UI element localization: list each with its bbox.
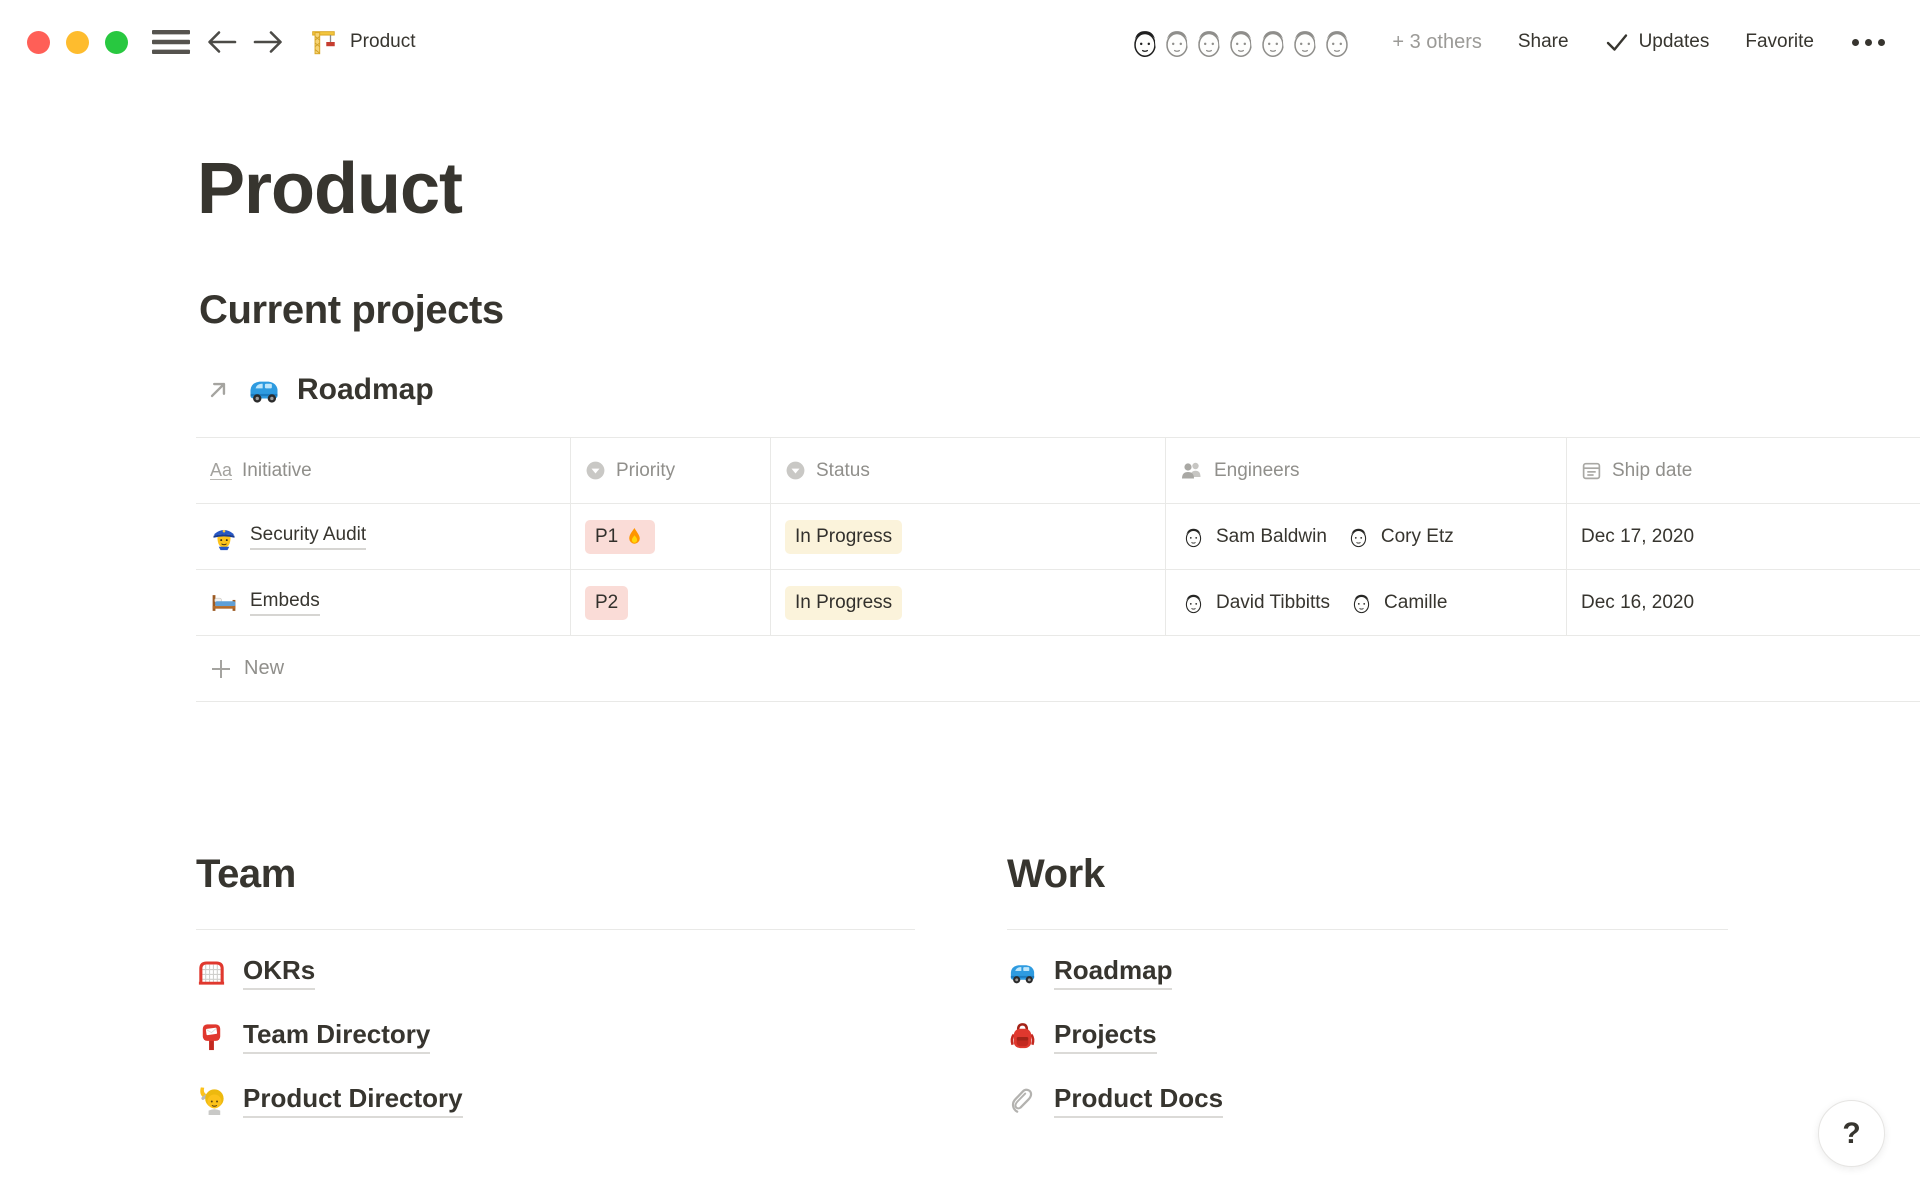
raising-hand-emoji: [196, 1085, 227, 1116]
status-tag[interactable]: In Progress: [785, 586, 902, 620]
roadmap-database-title: Roadmap: [297, 373, 434, 407]
goal-net-emoji: [196, 957, 227, 988]
car-emoji: [1007, 957, 1038, 988]
page-link-product-directory[interactable]: Product Directory: [196, 1068, 915, 1132]
minimize-window-button[interactable]: [66, 31, 89, 54]
ship-date-value[interactable]: Dec 17, 2020: [1581, 526, 1694, 548]
divider: [196, 929, 915, 930]
other-collaborators-count[interactable]: + 3 others: [1392, 31, 1482, 54]
avatar: [1180, 523, 1207, 550]
engineer-chip[interactable]: Camille: [1348, 589, 1447, 616]
engineer-chip[interactable]: David Tibbitts: [1180, 589, 1330, 616]
status-tag[interactable]: In Progress: [785, 520, 902, 554]
share-button[interactable]: Share: [1518, 31, 1569, 53]
breadcrumb[interactable]: Product: [308, 27, 415, 57]
topbar-page-title: Product: [350, 31, 415, 53]
zoom-window-button[interactable]: [105, 31, 128, 54]
updates-button[interactable]: Updates: [1605, 31, 1710, 53]
paperclips-emoji: [1007, 1085, 1038, 1116]
crane-icon: [308, 27, 338, 57]
roadmap-table: Aa Initiative Priority Status Engineers …: [196, 437, 1920, 702]
police-officer-emoji: [210, 523, 238, 551]
column-header-initiative[interactable]: Aa Initiative: [196, 438, 570, 503]
team-heading: Team: [196, 852, 915, 897]
column-header-ship-date[interactable]: Ship date: [1566, 438, 1920, 503]
page-link-product-docs[interactable]: Product Docs: [1007, 1068, 1728, 1132]
table-new-row-button[interactable]: New: [196, 636, 1920, 702]
page-title: Product: [197, 148, 462, 230]
help-button[interactable]: ?: [1818, 1100, 1885, 1167]
collaborator-avatars[interactable]: [1126, 23, 1356, 61]
check-icon: [1605, 31, 1629, 53]
page-link-projects[interactable]: Projects: [1007, 1004, 1728, 1068]
car-emoji: [246, 372, 282, 408]
person-property-icon: [1180, 461, 1204, 481]
postbox-emoji: [196, 1021, 227, 1052]
fire-emoji: [624, 526, 645, 547]
divider: [1007, 929, 1728, 930]
more-options-icon[interactable]: [1850, 33, 1887, 52]
forward-arrow-icon[interactable]: [252, 29, 284, 55]
window-controls: [27, 31, 128, 54]
question-mark-label: ?: [1842, 1117, 1860, 1151]
engineer-chip[interactable]: Sam Baldwin: [1180, 523, 1327, 550]
table-row: Security Audit P1 In Progress Sam Baldwi…: [196, 504, 1920, 570]
sidebar-menu-icon[interactable]: [150, 27, 192, 57]
title-property-icon: Aa: [210, 461, 232, 481]
initiative-page-link[interactable]: Security Audit: [250, 524, 366, 550]
bed-emoji: [210, 589, 238, 617]
ship-date-value[interactable]: Dec 16, 2020: [1581, 592, 1694, 614]
priority-tag[interactable]: P1: [585, 520, 655, 554]
column-header-status[interactable]: Status: [770, 438, 1165, 503]
priority-tag[interactable]: P2: [585, 586, 628, 620]
initiative-page-link[interactable]: Embeds: [250, 590, 320, 616]
avatar: [1180, 589, 1207, 616]
work-section: Work Roadmap Projects: [1007, 852, 1728, 1132]
table-header-row: Aa Initiative Priority Status Engineers …: [196, 437, 1920, 504]
select-property-icon: [585, 460, 606, 481]
topbar: Product + 3 others Share Updates Favorit…: [0, 0, 1920, 84]
avatar: [1348, 589, 1375, 616]
engineer-chip[interactable]: Cory Etz: [1345, 523, 1454, 550]
column-header-priority[interactable]: Priority: [570, 438, 770, 503]
work-heading: Work: [1007, 852, 1728, 897]
table-row: Embeds P2 In Progress David Tibbitts Cam…: [196, 570, 1920, 636]
date-property-icon: [1581, 460, 1602, 481]
collaborator-avatar: [1318, 23, 1356, 61]
plus-icon: [210, 658, 232, 680]
page-link-roadmap[interactable]: Roadmap: [1007, 940, 1728, 1004]
page-link-okrs[interactable]: OKRs: [196, 940, 915, 1004]
close-window-button[interactable]: [27, 31, 50, 54]
current-projects-heading: Current projects: [199, 288, 504, 333]
column-header-engineers[interactable]: Engineers: [1165, 438, 1566, 503]
page-link-team-directory[interactable]: Team Directory: [196, 1004, 915, 1068]
backpack-emoji: [1007, 1021, 1038, 1052]
team-section: Team OKRs Team Directory: [196, 852, 915, 1132]
favorite-button[interactable]: Favorite: [1745, 31, 1814, 53]
back-arrow-icon[interactable]: [206, 29, 238, 55]
avatar: [1345, 523, 1372, 550]
roadmap-database-link[interactable]: Roadmap: [205, 362, 434, 418]
ne-arrow-icon: [205, 377, 231, 403]
select-property-icon: [785, 460, 806, 481]
